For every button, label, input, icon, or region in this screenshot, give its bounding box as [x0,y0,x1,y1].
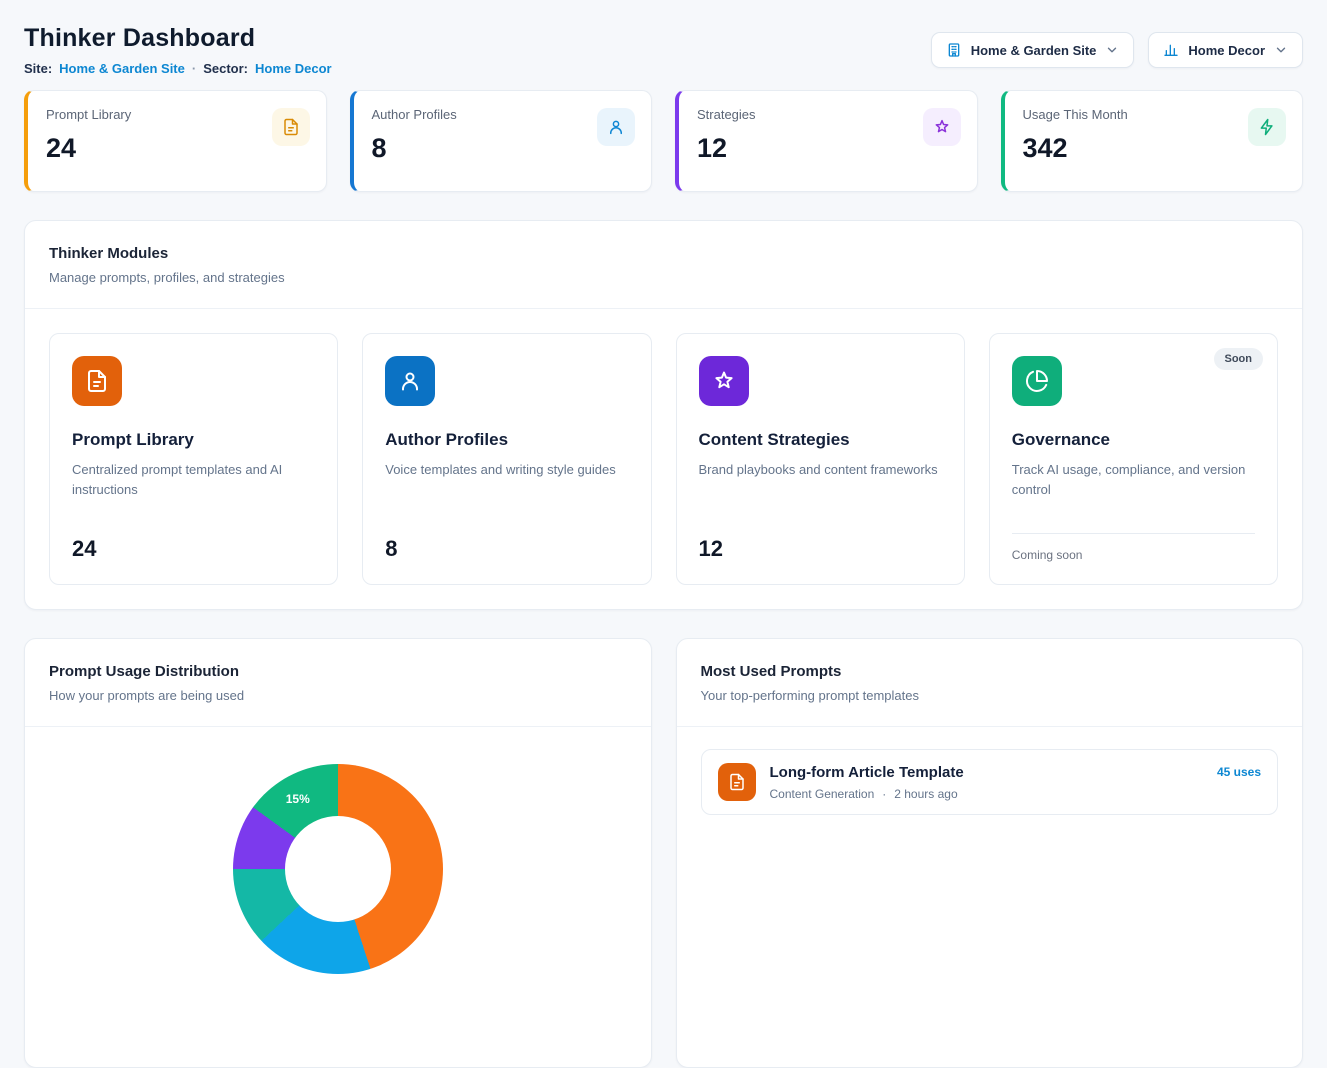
stat-label: Author Profiles [372,107,634,122]
most-used-prompts-card: Most Used Prompts Your top-performing pr… [676,638,1304,1068]
site-selector-value: Home & Garden Site [971,43,1097,58]
document-icon [272,108,310,146]
prompt-item-title: Long-form Article Template [770,764,964,781]
module-coming-soon: Coming soon [1012,533,1255,562]
prompts-card-subtitle: Your top-performing prompt templates [701,688,1279,703]
soon-badge: Soon [1214,348,1264,370]
document-icon [72,356,122,406]
usage-card-subtitle: How your prompts are being used [49,688,627,703]
usage-card-header: Prompt Usage Distribution How your promp… [25,639,651,727]
star-icon [699,356,749,406]
sector-label: Sector: [203,61,248,76]
module-description: Centralized prompt templates and AI inst… [72,460,315,500]
module-count: 8 [385,520,628,562]
bottom-row: Prompt Usage Distribution How your promp… [24,638,1303,1068]
header-left: Thinker Dashboard Site: Home & Garden Si… [24,24,332,76]
user-icon [385,356,435,406]
modules-title: Thinker Modules [49,245,1278,262]
module-description: Brand playbooks and content frameworks [699,460,942,480]
dashboard-page: Thinker Dashboard Site: Home & Garden Si… [0,0,1327,1068]
usage-distribution-card: Prompt Usage Distribution How your promp… [24,638,652,1068]
pie-chart-icon [1012,356,1062,406]
thinker-modules-panel: Thinker Modules Manage prompts, profiles… [24,220,1303,610]
module-description: Track AI usage, compliance, and version … [1012,460,1255,500]
sector-selector-dropdown[interactable]: Home Decor [1148,32,1303,68]
stat-value: 24 [46,133,308,164]
module-card-author-profiles[interactable]: Author Profiles Voice templates and writ… [362,333,651,585]
module-card-content-strategies[interactable]: Content Strategies Brand playbooks and c… [676,333,965,585]
module-count: 12 [699,520,942,562]
usage-card-title: Prompt Usage Distribution [49,663,627,680]
module-description: Voice templates and writing style guides [385,460,628,480]
meta-separator: · [192,61,196,76]
stat-card-author-profiles: Author Profiles 8 [350,90,653,192]
stat-value: 12 [697,133,959,164]
prompt-item-category: Content Generation [770,787,875,801]
document-icon [718,763,756,801]
module-title: Governance [1012,430,1255,450]
prompt-uses-badge: 45 uses [1217,765,1261,779]
prompts-list: Long-form Article Template Content Gener… [677,727,1303,837]
usage-donut-chart: 15% [233,764,443,974]
stat-value: 8 [372,133,634,164]
page-header: Thinker Dashboard Site: Home & Garden Si… [24,24,1303,76]
stat-card-strategies: Strategies 12 [675,90,978,192]
star-icon [923,108,961,146]
building-icon [946,42,962,58]
donut-hole [285,816,391,922]
module-title: Content Strategies [699,430,942,450]
chevron-down-icon [1105,43,1119,57]
chevron-down-icon [1274,43,1288,57]
prompt-item-text: Long-form Article Template Content Gener… [770,764,964,801]
prompt-meta-separator: · [882,787,886,801]
prompt-item-time: 2 hours ago [894,787,957,801]
stat-label: Strategies [697,107,959,122]
header-selectors: Home & Garden Site Home Decor [931,32,1303,68]
stat-card-usage: Usage This Month 342 [1001,90,1304,192]
donut-slice-label: 15% [281,792,315,806]
stat-label: Usage This Month [1023,107,1285,122]
modules-grid: Prompt Library Centralized prompt templa… [25,309,1302,609]
site-label: Site: [24,61,52,76]
module-card-prompt-library[interactable]: Prompt Library Centralized prompt templa… [49,333,338,585]
prompt-list-item[interactable]: Long-form Article Template Content Gener… [701,749,1279,815]
module-card-governance[interactable]: Soon Governance Track AI usage, complian… [989,333,1278,585]
prompt-item-meta: Content Generation · 2 hours ago [770,787,964,801]
prompts-card-header: Most Used Prompts Your top-performing pr… [677,639,1303,727]
bolt-icon [1248,108,1286,146]
module-title: Author Profiles [385,430,628,450]
module-count: 24 [72,520,315,562]
stat-value: 342 [1023,133,1285,164]
modules-panel-header: Thinker Modules Manage prompts, profiles… [25,221,1302,309]
bar-chart-icon [1163,42,1179,58]
sector-link[interactable]: Home Decor [255,61,332,76]
page-title: Thinker Dashboard [24,24,332,53]
site-link[interactable]: Home & Garden Site [59,61,185,76]
sector-selector-value: Home Decor [1188,43,1265,58]
usage-chart-body: 15% [25,727,651,974]
stats-row: Prompt Library 24 Author Profiles 8 Stra… [24,90,1303,192]
stat-label: Prompt Library [46,107,308,122]
breadcrumb: Site: Home & Garden Site · Sector: Home … [24,61,332,76]
module-title: Prompt Library [72,430,315,450]
site-selector-dropdown[interactable]: Home & Garden Site [931,32,1135,68]
prompts-card-title: Most Used Prompts [701,663,1279,680]
modules-subtitle: Manage prompts, profiles, and strategies [49,270,1278,285]
stat-card-prompt-library: Prompt Library 24 [24,90,327,192]
user-icon [597,108,635,146]
